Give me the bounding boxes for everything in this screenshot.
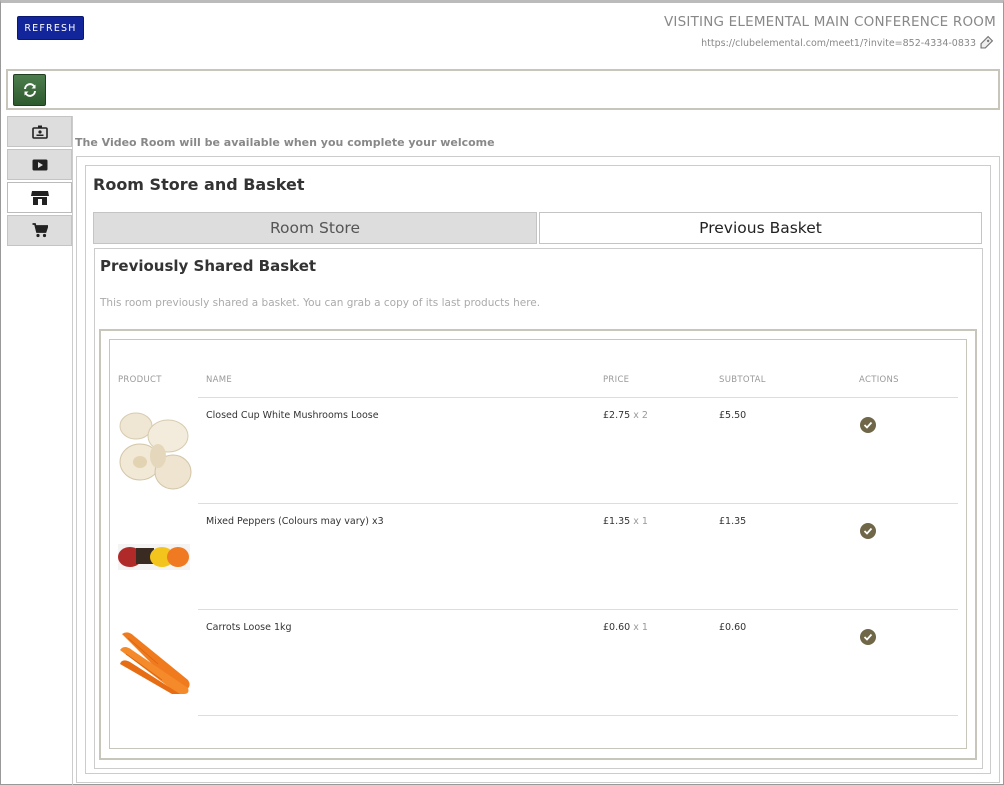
sidebar-divider: [72, 116, 73, 785]
add-to-basket-check-icon[interactable]: [860, 523, 876, 539]
id-badge-icon: [31, 125, 48, 139]
sync-button[interactable]: [13, 74, 46, 106]
store-icon: [30, 190, 49, 205]
product-quantity: x 2: [633, 410, 648, 421]
room-title: VISITING ELEMENTAL MAIN CONFERENCE ROOM: [664, 14, 996, 30]
toolbar: [6, 69, 1000, 110]
product-image-carrots: [118, 628, 192, 700]
product-subtotal: £5.50: [719, 410, 747, 421]
product-name: Carrots Loose 1kg: [206, 622, 292, 633]
basket-heading: Previously Shared Basket: [100, 257, 317, 275]
sidebar-item-welcome[interactable]: [7, 116, 72, 147]
table-row: Carrots Loose 1kg £0.60 x 1 £0.60: [110, 610, 966, 716]
add-to-basket-check-icon[interactable]: [860, 417, 876, 433]
product-image-peppers: [118, 544, 190, 574]
sidebar-item-store[interactable]: [7, 182, 72, 213]
product-name: Mixed Peppers (Colours may vary) x3: [206, 516, 384, 527]
tag-icon[interactable]: [978, 35, 994, 51]
product-subtotal: £1.35: [719, 516, 747, 527]
video-play-icon: [32, 159, 47, 170]
product-price: £0.60 x 1: [603, 622, 648, 633]
product-image-mushrooms: [118, 406, 192, 500]
side-nav: [7, 116, 72, 248]
row-divider: [198, 715, 958, 716]
product-quantity: x 1: [633, 622, 648, 633]
sidebar-item-cart[interactable]: [7, 215, 72, 246]
table-row: Mixed Peppers (Colours may vary) x3 £1.3…: [110, 504, 966, 610]
cart-icon: [32, 223, 48, 238]
sidebar-item-video[interactable]: [7, 149, 72, 180]
basket-description: This room previously shared a basket. Yo…: [100, 297, 541, 309]
refresh-button[interactable]: REFRESH: [17, 16, 84, 40]
product-name: Closed Cup White Mushrooms Loose: [206, 410, 379, 421]
store-heading: Room Store and Basket: [93, 175, 305, 194]
room-url[interactable]: https://clubelemental.com/meet1/?invite=…: [701, 38, 976, 49]
sync-icon: [23, 83, 36, 97]
tab-previous-basket[interactable]: Previous Basket: [539, 212, 982, 244]
column-header-name: NAME: [206, 375, 233, 385]
tab-room-store[interactable]: Room Store: [93, 212, 537, 244]
product-price: £2.75 x 2: [603, 410, 648, 421]
column-header-subtotal: SUBTOTAL: [719, 375, 766, 385]
video-room-notice: The Video Room will be available when yo…: [75, 136, 495, 149]
add-to-basket-check-icon[interactable]: [860, 629, 876, 645]
column-header-price: PRICE: [603, 375, 630, 385]
table-row: Closed Cup White Mushrooms Loose £2.75 x…: [110, 398, 966, 504]
product-price: £1.35 x 1: [603, 516, 648, 527]
room-url-row: https://clubelemental.com/meet1/?invite=…: [701, 35, 994, 51]
column-header-product: PRODUCT: [118, 375, 162, 385]
column-header-actions: ACTIONS: [859, 375, 899, 385]
product-subtotal: £0.60: [719, 622, 747, 633]
product-quantity: x 1: [633, 516, 648, 527]
